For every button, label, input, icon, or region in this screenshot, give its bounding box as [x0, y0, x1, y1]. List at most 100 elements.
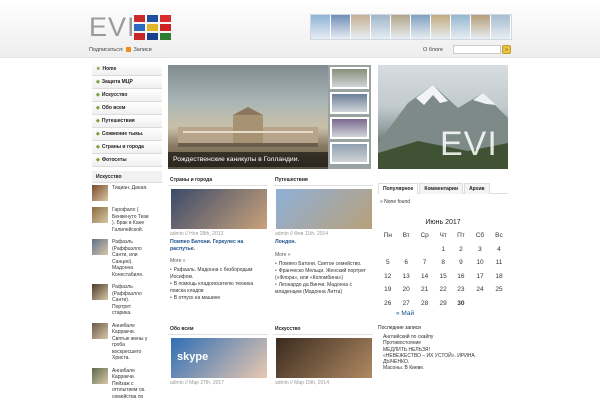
slider-thumb[interactable]	[330, 117, 369, 139]
flag-icon[interactable]	[134, 15, 145, 22]
landmark-thumb	[411, 15, 431, 39]
post-category[interactable]: Путешествия	[273, 175, 373, 186]
sidebar-item[interactable]: Рафаэль (Раффаэлло Санти, или Санцио). Мадон…	[92, 239, 162, 278]
artwork-thumbnail[interactable]	[92, 239, 108, 255]
artwork-thumbnail[interactable]	[92, 284, 108, 300]
nav-item[interactable]: ◆ Путешествия	[92, 115, 162, 128]
flag-icon[interactable]	[160, 24, 171, 31]
home-icon: ★	[96, 66, 101, 72]
artwork-thumbnail[interactable]	[92, 322, 108, 339]
sidebar-list: Тициан. Даная. Гарофало (Бенвенуто Тизи).…	[92, 185, 162, 400]
sidebar-item-title[interactable]: Рафаэль (Раффаэлло Санти). Портрет старика.	[112, 284, 142, 317]
sidebar-item[interactable]: Аннибале Карракчи. Пейзаж с отплытием св. се…	[92, 367, 162, 400]
related-link[interactable]: • В отпуск на машине	[170, 295, 268, 302]
post-image[interactable]	[171, 189, 267, 229]
sidebar-item-title[interactable]: Рафаэль (Раффаэлло Санти, или Санцио). Мадон…	[112, 239, 144, 278]
slider-thumb[interactable]	[330, 92, 369, 114]
recent-post-link[interactable]: Масоны. В Киеве.	[383, 365, 495, 371]
landmark-thumb	[491, 15, 511, 39]
site-logo[interactable]: EVI	[89, 12, 136, 43]
nav-item-label: Путешествия	[101, 118, 135, 124]
search-input[interactable]	[453, 45, 501, 54]
calendar-prev-link[interactable]: « Май	[378, 310, 508, 317]
sidebar-heading: Искусство	[92, 171, 162, 183]
sidebar-item[interactable]: Аннибале Карракчи. Святые жены у гроба воскр…	[92, 322, 162, 362]
flag-icon[interactable]	[147, 24, 158, 31]
sidebar-item[interactable]: Тициан. Даная.	[92, 185, 162, 201]
post-title[interactable]: Помпео Батони. Геркулес на распутье.	[168, 239, 268, 252]
nav-item[interactable]: ◆ Страны и города	[92, 141, 162, 154]
sidebar-item[interactable]: Рафаэль (Раффаэлло Санти). Портрет старика.	[92, 284, 162, 317]
landmark-thumb	[451, 15, 471, 39]
slider-caption[interactable]: Рождественские каникулы в Голландии.	[168, 152, 328, 167]
nav-item[interactable]: ★ Home	[92, 63, 162, 76]
related-link[interactable]: • В помощь кладоискателю техника поиска к…	[170, 281, 268, 294]
landmark-thumb	[331, 15, 351, 39]
read-more-link[interactable]: More »	[168, 258, 268, 264]
calendar-week: 5 6 7 8 9 10 11	[378, 256, 508, 270]
calendar-day: 19	[384, 286, 392, 294]
flag-icon[interactable]	[160, 33, 171, 40]
related-link[interactable]: • Рафаэль. Мадонна с безбородым Иосифом.	[170, 267, 268, 280]
flag-icon[interactable]	[147, 15, 158, 22]
artwork-thumbnail[interactable]	[92, 207, 108, 223]
related-link-text: Помпео Батони. Святое семейство.	[278, 260, 362, 267]
related-link[interactable]: • Помпео Батони. Святое семейство.	[275, 261, 373, 268]
landmark-thumb	[371, 15, 391, 39]
calendar-day: 23	[457, 286, 465, 294]
weekday-label: Ср	[420, 232, 429, 240]
nav-item[interactable]: ◆ Искусство	[92, 89, 162, 102]
search-button[interactable]: »	[502, 45, 511, 54]
slider-thumb[interactable]	[330, 67, 369, 89]
calendar-day: 11	[495, 259, 503, 267]
read-more-link[interactable]: More »	[273, 252, 373, 258]
flag-icon[interactable]	[134, 24, 145, 31]
related-link[interactable]: • Леонардо да Винчи. Мадонна с младенцем …	[275, 282, 373, 295]
sidebar-item-title[interactable]: Аннибале Карракчи. Пейзаж с отплытием св. се…	[112, 368, 145, 400]
tab-1[interactable]: Комментарии	[419, 183, 464, 194]
calendar-title: Июнь 2017	[425, 219, 461, 226]
calendar-day: 22	[439, 286, 447, 294]
post-category[interactable]: Страны и города	[168, 175, 268, 186]
post-meta: admin // Ноя 28th, 2013	[170, 231, 224, 237]
post-title[interactable]: Лондон.	[273, 239, 373, 246]
weekday-label: Пн	[383, 232, 392, 240]
rss-link[interactable]: Записи	[133, 47, 151, 53]
related-link[interactable]: • Франческо Мельци. Женский портрет («Фло…	[275, 268, 373, 281]
about-link[interactable]: О блоге	[423, 47, 443, 53]
tab-0[interactable]: Популярное	[378, 183, 419, 194]
artwork-thumbnail[interactable]	[92, 185, 108, 201]
sidebar-item-title[interactable]: Гарофало (Бенвенуто Тизи). Брак в Кане Га…	[112, 207, 149, 233]
flag-icon[interactable]	[147, 33, 158, 40]
post-image[interactable]: skype	[171, 338, 267, 378]
calendar-day: 3	[478, 245, 482, 253]
post-image[interactable]	[276, 338, 372, 378]
flag-icon[interactable]	[160, 15, 171, 22]
calendar-day: 29	[439, 299, 447, 307]
nav-item[interactable]: ◆ Защита МЦР	[92, 76, 162, 89]
palace-illustration	[178, 107, 318, 147]
sidebar-item-title[interactable]: Тициан. Даная.	[112, 185, 147, 201]
post-image[interactable]	[276, 189, 372, 229]
artwork-thumbnail[interactable]	[92, 367, 108, 384]
sidebar-item-line: ). Брак в Кане	[112, 220, 145, 226]
nav-item[interactable]: ◆ Сожжение тьмы.	[92, 128, 162, 141]
nav-item[interactable]: ◆ Фотосеты	[92, 154, 162, 167]
calendar-day: 8	[441, 259, 445, 267]
slider-main-image[interactable]: Рождественские каникулы в Голландии.	[168, 65, 328, 169]
calendar-day: 5	[385, 259, 390, 267]
calendar-day: 24	[476, 286, 484, 294]
slider-thumb[interactable]	[330, 142, 369, 164]
tab-2[interactable]: Архив	[464, 183, 490, 194]
calendar-day: 27	[402, 299, 410, 307]
sidebar-item-title[interactable]: Аннибале Карракчи. Святые жены у гроба воскр…	[112, 323, 147, 362]
nav-item[interactable]: ◆ Обо всем	[92, 102, 162, 115]
sidebar-item[interactable]: Гарофало (Бенвенуто Тизи). Брак в Кане Га…	[92, 207, 162, 233]
rss-icon[interactable]	[126, 47, 132, 52]
featured-slider[interactable]: Рождественские каникулы в Голландии.	[168, 65, 371, 169]
language-flags[interactable]	[134, 15, 172, 40]
post-category[interactable]: Искусство	[273, 324, 373, 335]
calendar-week: 19 20 21 22 23 24 25	[378, 283, 508, 297]
post-category[interactable]: Обо всем	[168, 324, 268, 335]
flag-icon[interactable]	[134, 33, 145, 40]
